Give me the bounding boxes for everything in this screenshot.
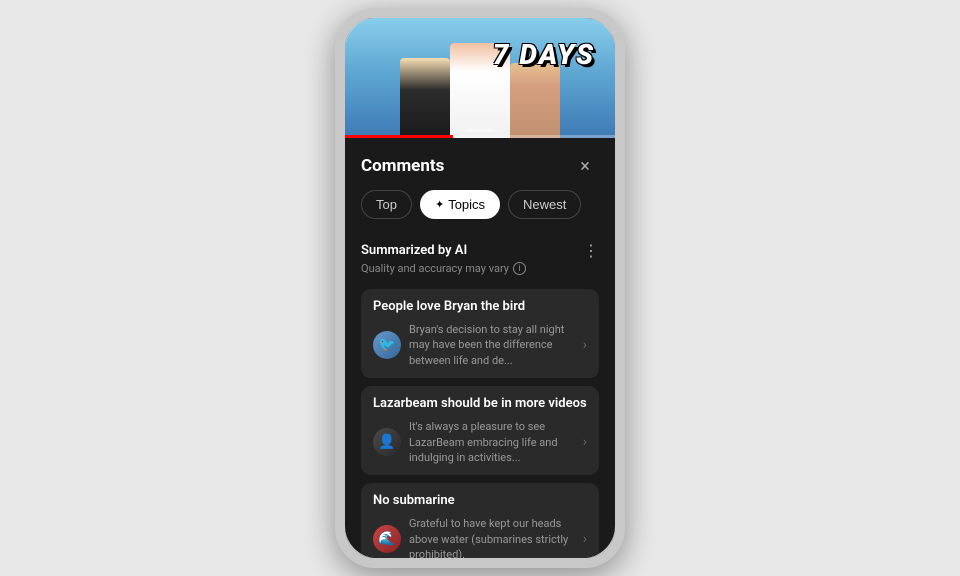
tabs-row: Top ✦ Topics Newest xyxy=(345,190,615,231)
progress-bar-container xyxy=(345,135,615,138)
avatar-1: 🐦 xyxy=(373,331,401,359)
topic-preview-1: Bryan's decision to stay all night may h… xyxy=(409,322,575,368)
chevron-right-icon-2: › xyxy=(583,434,587,450)
close-button[interactable]: × xyxy=(571,152,599,180)
summarized-title: Summarized by AI xyxy=(361,243,467,258)
person-right xyxy=(510,63,560,138)
comments-title: Comments xyxy=(361,156,444,176)
tab-topics-label: Topics xyxy=(448,197,485,212)
tab-newest[interactable]: Newest xyxy=(508,190,581,219)
topic-preview-2: It's always a pleasure to see LazarBeam … xyxy=(409,419,575,465)
tab-topics[interactable]: ✦ Topics xyxy=(420,190,500,219)
avatar-2: 👤 xyxy=(373,428,401,456)
phone-frame: 7 DAYS Comments × Top ✦ Topics xyxy=(335,8,625,568)
info-icon[interactable]: i xyxy=(513,262,526,275)
topic-card-row-2: 👤 It's always a pleasure to see LazarBea… xyxy=(373,419,587,465)
chevron-right-icon-3: › xyxy=(583,531,587,547)
progress-bar-fill xyxy=(345,135,453,138)
topic-card-row-3: 🌊 Grateful to have kept our heads above … xyxy=(373,516,587,558)
person-left xyxy=(400,58,450,138)
phone-device: 7 DAYS Comments × Top ✦ Topics xyxy=(335,8,625,568)
summarized-section: Summarized by AI ⋮ Quality and accuracy … xyxy=(345,231,615,281)
topics-star-icon: ✦ xyxy=(435,198,444,211)
topic-card-lazar[interactable]: Lazarbeam should be in more videos 👤 It'… xyxy=(361,386,599,475)
avatar-icon-3: 🌊 xyxy=(378,531,395,547)
topic-card-title-3: No submarine xyxy=(373,493,587,508)
drag-handle[interactable] xyxy=(465,129,495,132)
topic-card-title-2: Lazarbeam should be in more videos xyxy=(373,396,587,411)
avatar-3: 🌊 xyxy=(373,525,401,553)
comments-panel: Comments × Top ✦ Topics Newest Summarize… xyxy=(345,138,615,558)
topics-list: People love Bryan the bird 🐦 Bryan's dec… xyxy=(345,281,615,558)
summarized-subtitle: Quality and accuracy may vary i xyxy=(361,262,599,275)
avatar-icon-1: 🐦 xyxy=(378,337,395,353)
chevron-right-icon-1: › xyxy=(583,337,587,353)
topic-card-bryan[interactable]: People love Bryan the bird 🐦 Bryan's dec… xyxy=(361,289,599,378)
avatar-icon-2: 👤 xyxy=(378,434,395,450)
topic-preview-3: Grateful to have kept our heads above wa… xyxy=(409,516,575,558)
more-options-button[interactable]: ⋮ xyxy=(583,241,599,260)
topic-card-row-1: 🐦 Bryan's decision to stay all night may… xyxy=(373,322,587,368)
summarized-subtitle-text: Quality and accuracy may vary xyxy=(361,262,509,275)
summarized-header: Summarized by AI ⋮ xyxy=(361,241,599,260)
topic-card-title-1: People love Bryan the bird xyxy=(373,299,587,314)
topic-card-submarine[interactable]: No submarine 🌊 Grateful to have kept our… xyxy=(361,483,599,558)
tab-top[interactable]: Top xyxy=(361,190,412,219)
comments-header: Comments × xyxy=(345,138,615,190)
video-thumbnail: 7 DAYS xyxy=(345,18,615,138)
phone-screen: 7 DAYS Comments × Top ✦ Topics xyxy=(345,18,615,558)
days-text: 7 DAYS xyxy=(493,38,595,71)
